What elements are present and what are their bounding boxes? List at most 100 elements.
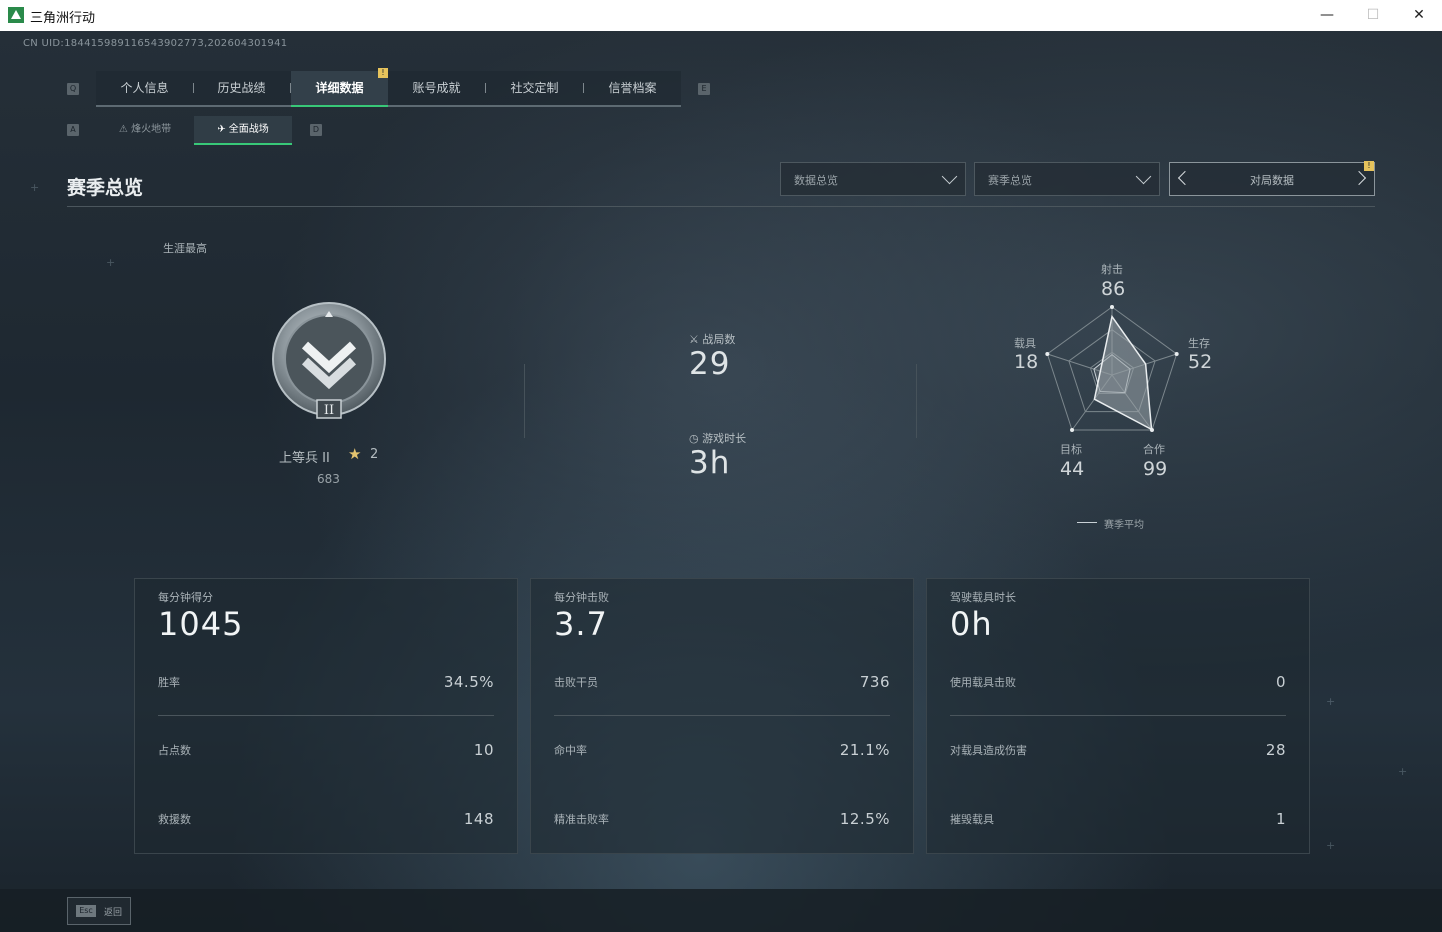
esc-key-hint: Esc [76,905,96,917]
stat-row: 对载具造成伤害 28 [950,741,1286,764]
rank-score: 683 [317,472,340,486]
card-title: 每分钟击败 [554,591,609,604]
rank-badge-icon: II [272,302,386,419]
subtab-battlefield-label: 全面战场 [228,124,269,135]
crosshair-decor-icon: + [1326,695,1336,708]
stat-row-label: 击败干员 [554,676,598,689]
stat-row-value: 736 [859,673,890,691]
card-main-value: 0h [950,605,993,643]
rank-numeral: II [324,403,334,418]
section-divider [67,206,1375,207]
vehicle-stats-card: 驾驶载具时长 0h 使用载具击败 0 对载具造成伤害 28 摧毁载具 1 [926,578,1310,854]
card-main-value: 1045 [158,605,244,643]
stat-row: 占点数 10 [158,741,494,764]
stat-row-value: 28 [1265,741,1286,759]
card-title: 每分钟得分 [158,591,213,604]
back-button-label: 返回 [104,908,123,918]
window-title: 三角洲行动 [30,11,96,26]
radar-axis-label: 载具 [1014,337,1036,350]
footer-bar [0,889,1442,932]
column-divider [524,364,525,438]
tab-next-key-hint[interactable]: E [698,83,710,95]
close-button[interactable]: ✕ [1396,0,1442,31]
radar-axis-label: 射击 [1101,263,1123,276]
tab-credit-record[interactable]: 信誉档案 [584,71,681,105]
crosshair-decor-icon: + [1398,765,1408,778]
tab-prev-key-hint[interactable]: Q [67,83,79,95]
career-best-label: 生涯最高 [163,242,207,255]
rank-star-count: 2 [370,447,379,462]
radar-legend-label: 赛季平均 [1104,520,1144,531]
crosshair-decor-icon: + [1326,839,1336,852]
stat-row-value: 34.5% [443,673,494,691]
stat-row-value: 1 [1275,810,1286,828]
star-icon: ★ [348,445,362,463]
data-type-dropdown[interactable]: 数据总览 [780,162,966,196]
tab-social-custom[interactable]: 社交定制 [486,71,583,105]
stat-row-value: 0 [1275,673,1286,691]
season-dropdown[interactable]: 赛季总览 [974,162,1160,196]
tab-achievements[interactable]: 账号成就 [388,71,485,105]
clock-icon: ◷ [689,432,703,445]
playtime-value: 3h [689,445,731,481]
chevron-down-icon [941,168,958,185]
radar-axis-value: 86 [1101,278,1126,300]
radar-player-polygon [1093,314,1153,431]
subtab-prev-key-hint[interactable]: A [67,124,79,136]
card-divider [950,715,1286,716]
radar-axis-value: 99 [1143,458,1168,480]
mode-subtab-bar: ⚠ 烽火地带 ✈ 全面战场 [96,116,292,145]
game-main-view: + + + + + CN UID:184415989116543902773,2… [0,31,1442,932]
tab-personal-info[interactable]: 个人信息 [96,71,193,105]
tab-notification-badge: ! [378,68,388,78]
stat-row-label: 精准击败率 [554,813,609,826]
maximize-button[interactable]: ☐ [1350,0,1396,31]
minimize-button[interactable]: — [1304,0,1350,31]
app-logo-icon [8,7,24,23]
stat-row-label: 摧毁载具 [950,813,994,826]
rank-name: 上等兵 II [279,451,330,466]
stat-row-label: 占点数 [158,744,191,757]
kill-stats-card: 每分钟击败 3.7 击败干员 736 命中率 21.1% 精准击败率 12.5% [530,578,914,854]
column-divider [916,364,917,438]
subtab-next-key-hint[interactable]: D [310,124,322,136]
stat-row-label: 胜率 [158,676,180,689]
chevron-down-icon [1135,168,1152,185]
main-tab-bar: 个人信息 历史战绩 详细数据 账号成就 社交定制 信誉档案 [96,71,681,107]
card-divider [158,715,494,716]
stat-row-label: 命中率 [554,744,587,757]
stat-row: 精准击败率 12.5% [554,810,890,833]
card-divider [554,715,890,716]
subtab-flame-zone-label: 烽火地带 [131,124,172,135]
matches-count: 29 [689,346,731,382]
stat-row: 胜率 34.5% [158,673,494,696]
radar-axis-label: 合作 [1143,443,1165,456]
stat-row-value: 21.1% [839,741,890,759]
matches-stat-label: ⚔ 战局数 [689,331,735,347]
player-uid: CN UID:184415989116543902773,20260430194… [23,38,288,49]
pager-notification-badge: ! [1364,161,1374,171]
matches-label-text: 战局数 [702,333,736,346]
season-dropdown-value: 赛季总览 [988,174,1032,187]
stat-row: 击败干员 736 [554,673,890,696]
tab-detailed-data[interactable]: 详细数据 [291,71,388,107]
crosshair-decor-icon: + [106,256,116,269]
data-type-dropdown-value: 数据总览 [794,174,838,187]
pager-label: 对局数据 [1250,174,1294,187]
match-data-pager: 对局数据 [1169,162,1375,196]
card-title: 驾驶载具时长 [950,591,1016,604]
battlefield-icon: ✈ [217,124,229,135]
tab-match-history[interactable]: 历史战绩 [193,71,290,105]
back-button[interactable]: Esc 返回 [67,897,131,925]
subtab-battlefield[interactable]: ✈ 全面战场 [194,116,292,145]
ability-radar-chart [1045,305,1179,433]
radar-vertex-dot [1174,351,1179,356]
window-titlebar: 三角洲行动 — ☐ ✕ [0,0,1442,32]
radar-vertex-dot [1110,305,1114,309]
subtab-flame-zone[interactable]: ⚠ 烽火地带 [96,116,194,143]
stat-row: 命中率 21.1% [554,741,890,764]
playtime-label-text: 游戏时长 [702,432,747,445]
stat-row: 使用载具击败 0 [950,673,1286,696]
stat-row-label: 对载具造成伤害 [950,744,1027,757]
stat-row-label: 救援数 [158,813,191,826]
